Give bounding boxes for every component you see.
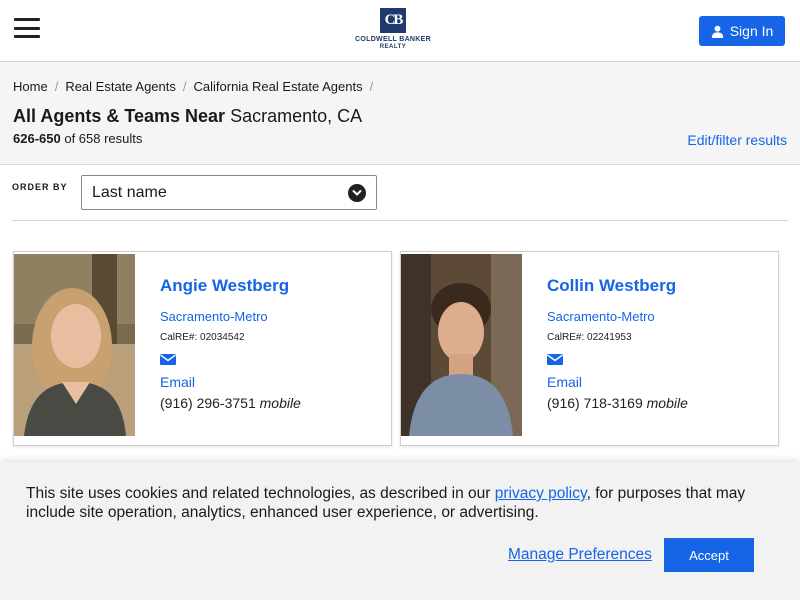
agent-name[interactable]: Angie Westberg	[160, 276, 301, 296]
manage-preferences-link[interactable]: Manage Preferences	[508, 546, 652, 564]
agent-phone-number: (916) 718-3169	[547, 395, 643, 411]
breadcrumb: Home / Real Estate Agents / California R…	[13, 79, 787, 94]
agent-office[interactable]: Sacramento-Metro	[547, 309, 688, 324]
agent-card: Angie Westberg Sacramento-Metro CalRE#: …	[13, 251, 392, 446]
page-title-location: Sacramento, CA	[230, 106, 363, 126]
logo-line2: REALTY	[379, 44, 407, 50]
envelope-icon[interactable]	[160, 354, 176, 365]
hamburger-menu-icon[interactable]	[14, 18, 40, 38]
agent-phone-type: mobile	[259, 395, 301, 411]
cookie-text-before: This site uses cookies and related techn…	[26, 485, 495, 502]
agent-photo[interactable]	[14, 254, 135, 436]
results-summary: Home / Real Estate Agents / California R…	[0, 62, 800, 165]
breadcrumb-separator: /	[369, 79, 374, 94]
results-total: of 658 results	[64, 131, 143, 146]
breadcrumb-separator: /	[182, 79, 187, 94]
order-by-select[interactable]: Last name	[81, 175, 377, 210]
agent-license: CalRE#: 02034542	[160, 332, 245, 343]
agent-email-link[interactable]: Email	[160, 374, 301, 390]
envelope-icon[interactable]	[547, 354, 563, 365]
order-by-value: Last name	[92, 184, 167, 201]
breadcrumb-separator: /	[54, 79, 59, 94]
agent-name[interactable]: Collin Westberg	[547, 276, 688, 296]
breadcrumb-home[interactable]: Home	[13, 79, 48, 94]
cookie-banner: This site uses cookies and related techn…	[0, 462, 800, 600]
accept-button[interactable]: Accept	[664, 538, 754, 572]
agent-photo[interactable]	[401, 254, 522, 436]
results-range: 626-650	[13, 131, 61, 146]
logo-mark: CB	[380, 8, 406, 33]
agent-email-link[interactable]: Email	[547, 374, 688, 390]
site-header: CB COLDWELL BANKER REALTY Sign In	[0, 0, 800, 62]
agent-details: Angie Westberg Sacramento-Metro CalRE#: …	[160, 276, 301, 411]
agent-phone[interactable]: (916) 296-3751 mobile	[160, 395, 301, 411]
agent-office[interactable]: Sacramento-Metro	[160, 309, 301, 324]
agent-card: Collin Westberg Sacramento-Metro CalRE#:…	[400, 251, 779, 446]
agent-phone-type: mobile	[646, 395, 688, 411]
coldwell-banker-logo[interactable]: CB COLDWELL BANKER REALTY	[354, 8, 432, 50]
chevron-down-icon	[348, 184, 366, 202]
results-count: 626-650 of 658 results	[13, 131, 787, 146]
agent-details: Collin Westberg Sacramento-Metro CalRE#:…	[547, 276, 688, 411]
page-title-bold: All Agents & Teams Near	[13, 106, 226, 126]
page-title: All Agents & Teams Near Sacramento, CA	[13, 106, 787, 127]
edit-filter-link[interactable]: Edit/filter results	[687, 132, 787, 148]
privacy-policy-link[interactable]: privacy policy	[495, 485, 587, 502]
breadcrumb-california-agents[interactable]: California Real Estate Agents	[194, 79, 363, 94]
sign-in-label: Sign In	[729, 23, 774, 39]
agent-phone[interactable]: (916) 718-3169 mobile	[547, 395, 688, 411]
breadcrumb-real-estate-agents[interactable]: Real Estate Agents	[65, 79, 176, 94]
order-by-label: ORDER BY	[12, 182, 68, 192]
sign-in-button[interactable]: Sign In	[699, 16, 785, 46]
user-icon	[711, 25, 723, 38]
agent-phone-number: (916) 296-3751	[160, 395, 256, 411]
order-by-row: ORDER BY Last name	[12, 165, 788, 221]
logo-line1: COLDWELL BANKER	[355, 36, 431, 43]
agent-license: CalRE#: 02241953	[547, 332, 632, 343]
cookie-message: This site uses cookies and related techn…	[26, 484, 766, 522]
